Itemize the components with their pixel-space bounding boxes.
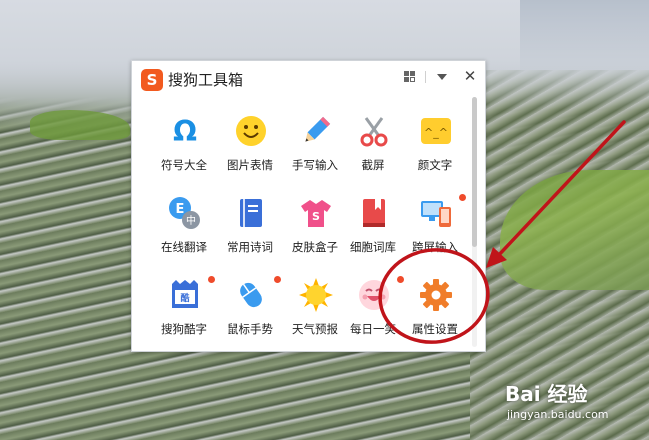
cross-screen-icon [419,196,453,230]
sogou-logo-icon: S [141,69,163,91]
tool-label: 搜狗酷字 [161,322,207,336]
watermark-logo: Bai 经验 [505,382,588,406]
tshirt-icon: S [299,196,333,230]
tool-label: 图片表情 [227,158,273,172]
translate-icon: E中 [168,196,202,230]
tool-book[interactable]: 常用诗词 [217,189,283,269]
tool-cross-screen[interactable]: 跨屏输入 [402,189,468,269]
tool-label: 皮肤盒子 [292,240,338,254]
window-title: 搜狗工具箱 [168,71,244,89]
tool-label: 常用诗词 [227,240,273,254]
tool-laughing-face[interactable]: 每日一笑 [340,271,406,351]
tool-label: 属性设置 [412,322,458,336]
svg-text:S: S [312,210,320,223]
sun-icon [299,278,333,312]
new-badge [208,276,215,283]
tool-label: 在线翻译 [161,240,207,254]
titlebar[interactable]: S 搜狗工具箱 ✕ [132,61,485,95]
grid-view-icon[interactable] [402,68,418,84]
new-badge [459,194,466,201]
tool-label: 每日一笑 [350,322,396,336]
tool-smiley-face[interactable]: 图片表情 [217,107,283,187]
tool-sun[interactable]: 天气预报 [282,271,348,351]
scrollbar[interactable] [472,97,477,347]
wallpaper-fog-right [520,0,649,80]
laughing-face-icon [357,278,391,312]
tool-translate[interactable]: E 中在线翻译 [151,189,217,269]
tool-omega-symbol[interactable]: Ω 符号大全 [151,107,217,187]
dropdown-icon[interactable] [434,68,450,84]
cool-font-icon: 酷 [168,278,202,312]
tool-pencil[interactable]: 手写输入 [282,107,348,187]
book-icon [234,196,268,230]
tool-tshirt[interactable]: S 皮肤盒子 [282,189,348,269]
tool-label: 细胞词库 [350,240,396,254]
mouse-icon [234,278,268,312]
svg-text:中: 中 [186,214,196,227]
svg-text:^_^: ^_^ [424,126,448,139]
kaomoji-icon: ^_^ [419,114,453,148]
close-icon[interactable]: ✕ [462,68,478,84]
tool-label: 截屏 [361,158,385,172]
smiley-face-icon [234,114,268,148]
scrollbar-thumb[interactable] [472,97,477,247]
tool-label: 手写输入 [292,158,338,172]
svg-text:Ω: Ω [173,115,197,148]
tool-gear[interactable]: 属性设置 [402,271,468,351]
new-badge [274,276,281,283]
tool-label: 符号大全 [161,158,207,172]
gear-icon [419,278,453,312]
titlebar-divider [425,71,426,83]
tool-label: 天气预报 [292,322,338,336]
tool-kaomoji[interactable]: ^_^ 颜文字 [402,107,468,187]
svg-text:酷: 酷 [180,292,189,304]
scissors-icon [357,114,391,148]
tool-label: 跨屏输入 [412,240,458,254]
tool-mouse[interactable]: 鼠标手势 [217,271,283,351]
tool-cool-font[interactable]: 酷搜狗酷字 [151,271,217,351]
omega-symbol-icon: Ω [168,114,202,148]
watermark-url: jingyan.baidu.com [507,408,609,421]
tool-scissors[interactable]: 截屏 [340,107,406,187]
sogou-toolbox-window: S 搜狗工具箱 ✕ Ω 符号大全 图片表情 手写输入 截屏 ^_^ 颜文字 E 中在线翻译 常用诗… [131,60,486,352]
tool-label: 鼠标手势 [227,322,273,336]
tool-label: 颜文字 [417,158,453,172]
tool-bookmark-book[interactable]: 细胞词库 [340,189,406,269]
baidu-jingyan-watermark: Bai 经验 jingyan.baidu.com [505,378,645,433]
bookmark-book-icon [357,196,391,230]
svg-text:E: E [176,202,185,217]
tool-grid: Ω 符号大全 图片表情 手写输入 截屏 ^_^ 颜文字 E 中在线翻译 常用诗词 S 皮肤盒子 细胞词库… [132,97,468,347]
pencil-icon [299,114,333,148]
